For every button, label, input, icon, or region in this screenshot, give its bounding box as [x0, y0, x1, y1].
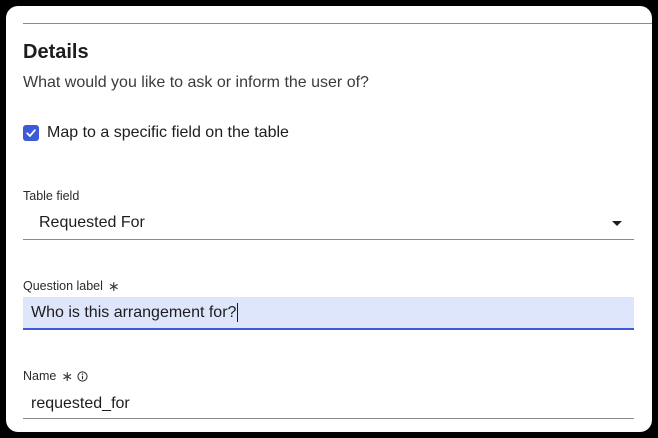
question-label-value: Who is this arrangement for?	[31, 303, 237, 321]
table-field-value: Requested For	[39, 214, 145, 231]
name-value: requested_for	[31, 395, 130, 412]
question-label-input[interactable]: Who is this arrangement for?	[23, 297, 634, 330]
map-field-checkbox[interactable]	[23, 125, 39, 141]
required-asterisk-icon: ∗	[107, 278, 120, 294]
question-label-label-text: Question label	[23, 279, 103, 293]
map-field-checkbox-label: Map to a specific field on the table	[47, 124, 289, 141]
table-field-label-text: Table field	[23, 189, 80, 203]
chevron-down-icon[interactable]	[612, 221, 622, 226]
section-divider	[23, 23, 652, 24]
text-cursor	[237, 303, 239, 322]
section-title: Details	[23, 41, 89, 63]
name-label-text: Name	[23, 369, 57, 383]
name-input[interactable]: requested_for	[23, 390, 634, 419]
map-field-checkbox-row[interactable]: Map to a specific field on the table	[23, 123, 289, 143]
name-label: Name ∗	[23, 368, 88, 384]
info-icon[interactable]	[77, 370, 88, 382]
question-label-label: Question label ∗	[23, 278, 120, 294]
details-panel: Details What would you like to ask or in…	[6, 6, 652, 432]
table-field-select[interactable]: Requested For	[23, 209, 634, 240]
required-asterisk-icon: ∗	[61, 368, 74, 384]
table-field-label: Table field	[23, 188, 79, 204]
checkmark-icon	[26, 129, 36, 137]
section-description: What would you like to ask or inform the…	[23, 74, 369, 91]
